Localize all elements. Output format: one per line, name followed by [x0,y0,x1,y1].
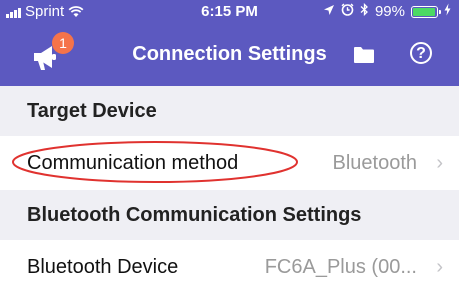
help-icon[interactable]: ? [410,42,432,64]
communication-method-value: Bluetooth [332,152,417,174]
page-title: Connection Settings [132,43,327,65]
location-icon [323,3,335,20]
section-header-target-device: Target Device [0,86,459,136]
chevron-right-icon: › [436,152,443,174]
bluetooth-icon [360,2,369,20]
battery-fill [413,7,435,16]
bluetooth-device-label: Bluetooth Device [27,256,179,278]
battery-percent: 99% [374,3,405,20]
charging-icon [444,3,451,20]
status-bar: Sprint 6:15 PM 99% [0,0,459,24]
app-header: Sprint 6:15 PM 99% 1 Connection Settings… [0,0,459,86]
chevron-right-icon: › [436,256,443,278]
battery-tip [439,9,441,14]
battery-icon [411,5,441,18]
alarm-icon [341,3,354,20]
bluetooth-device-value: FC6A_Plus (00... [264,256,417,278]
bluetooth-device-row[interactable]: Bluetooth Device FC6A_Plus (00... › [0,240,459,294]
status-right: 99% [323,2,451,20]
folder-icon[interactable] [353,46,375,64]
communication-method-row[interactable]: Communication method Bluetooth › [0,136,459,190]
section-header-bluetooth-settings: Bluetooth Communication Settings [0,190,459,240]
navigation-bar: 1 Connection Settings ? [0,24,459,86]
communication-method-label: Communication method [27,152,239,174]
